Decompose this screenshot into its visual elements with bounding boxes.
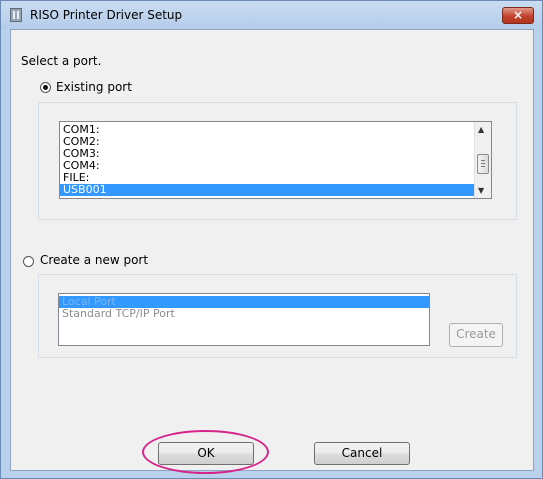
existing-port-scrollbar[interactable]: ▲ ▼ <box>474 122 491 198</box>
prompt-label: Select a port. <box>21 54 102 68</box>
new-port-items: Local Port Standard TCP/IP Port <box>59 294 429 320</box>
cancel-button[interactable]: Cancel <box>314 442 410 465</box>
dialog-body: Select a port. Existing port COM1: COM2: C… <box>10 29 534 474</box>
scroll-down-icon[interactable]: ▼ <box>478 186 484 195</box>
existing-port-item[interactable]: COM4: <box>60 160 491 172</box>
existing-port-radio[interactable] <box>40 82 51 93</box>
new-port-group: Local Port Standard TCP/IP Port Create <box>38 274 517 358</box>
existing-port-item[interactable]: COM2: <box>60 136 491 148</box>
new-port-label[interactable]: Create a new port <box>40 253 148 267</box>
existing-port-group: COM1: COM2: COM3: COM4: FILE: USB001 ▲ ▼ <box>38 102 517 220</box>
scroll-up-icon[interactable]: ▲ <box>478 125 484 134</box>
close-button[interactable]: × <box>502 7 534 24</box>
ok-button[interactable]: OK <box>158 442 254 465</box>
existing-port-item[interactable]: COM3: <box>60 148 491 160</box>
existing-port-item[interactable]: COM1: <box>60 124 491 136</box>
window-title: RISO Printer Driver Setup <box>30 8 183 22</box>
existing-port-item[interactable]: USB001 <box>60 184 491 196</box>
existing-port-label[interactable]: Existing port <box>56 80 132 94</box>
dialog-window: RISO Printer Driver Setup × Select a por… <box>0 0 543 479</box>
new-port-type-item[interactable]: Standard TCP/IP Port <box>59 308 429 320</box>
create-button[interactable]: Create <box>449 323 503 347</box>
existing-port-item[interactable]: FILE: <box>60 172 491 184</box>
scroll-thumb[interactable] <box>477 154 489 174</box>
title-bar[interactable]: RISO Printer Driver Setup × <box>1 1 542 29</box>
existing-port-list[interactable]: COM1: COM2: COM3: COM4: FILE: USB001 ▲ ▼ <box>59 121 492 199</box>
new-port-radio[interactable] <box>23 256 34 267</box>
printer-icon <box>10 8 22 22</box>
close-icon: × <box>512 8 524 22</box>
existing-port-items: COM1: COM2: COM3: COM4: FILE: USB001 <box>60 122 491 196</box>
new-port-list[interactable]: Local Port Standard TCP/IP Port <box>58 293 430 346</box>
